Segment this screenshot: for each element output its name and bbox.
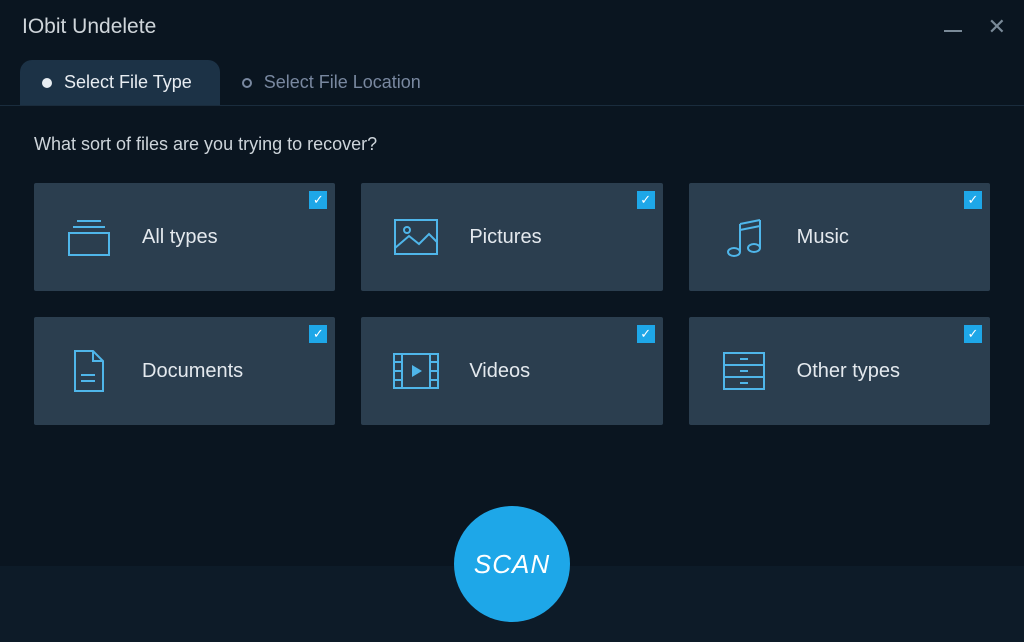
minimize-button[interactable]	[944, 30, 962, 32]
card-label: All types	[142, 226, 218, 249]
tab-label: Select File Type	[64, 72, 192, 93]
other-types-icon	[719, 349, 769, 393]
tabs: Select File Type Select File Location	[0, 50, 1024, 106]
close-button[interactable]: ✕	[988, 16, 1006, 38]
content: What sort of files are you trying to rec…	[0, 106, 1024, 425]
all-types-icon	[64, 215, 114, 259]
file-type-grid: ✓ All types ✓ Pictures ✓	[34, 183, 990, 425]
card-label: Pictures	[469, 226, 541, 249]
card-label: Music	[797, 226, 849, 249]
checkbox-pictures[interactable]: ✓	[637, 191, 655, 209]
checkbox-videos[interactable]: ✓	[637, 325, 655, 343]
card-label: Videos	[469, 360, 530, 383]
window-controls: ✕	[944, 16, 1006, 38]
checkbox-documents[interactable]: ✓	[309, 325, 327, 343]
tab-label: Select File Location	[264, 72, 421, 93]
card-videos[interactable]: ✓ Videos	[361, 317, 662, 425]
checkbox-all-types[interactable]: ✓	[309, 191, 327, 209]
video-icon	[391, 349, 441, 393]
card-music[interactable]: ✓ Music	[689, 183, 990, 291]
card-pictures[interactable]: ✓ Pictures	[361, 183, 662, 291]
scan-button[interactable]: SCAN	[454, 506, 570, 622]
music-icon	[719, 215, 769, 259]
card-label: Other types	[797, 360, 900, 383]
card-label: Documents	[142, 360, 243, 383]
card-all-types[interactable]: ✓ All types	[34, 183, 335, 291]
checkbox-other-types[interactable]: ✓	[964, 325, 982, 343]
tab-select-file-location[interactable]: Select File Location	[220, 60, 449, 105]
tab-indicator-active-icon	[42, 78, 52, 88]
card-documents[interactable]: ✓ Documents	[34, 317, 335, 425]
title-bar: IObit Undelete ✕	[0, 0, 1024, 50]
tab-select-file-type[interactable]: Select File Type	[20, 60, 220, 105]
document-icon	[64, 349, 114, 393]
app-title: IObit Undelete	[22, 15, 156, 39]
tab-indicator-inactive-icon	[242, 78, 252, 88]
picture-icon	[391, 215, 441, 259]
prompt-text: What sort of files are you trying to rec…	[34, 134, 990, 155]
checkbox-music[interactable]: ✓	[964, 191, 982, 209]
card-other-types[interactable]: ✓ Other types	[689, 317, 990, 425]
